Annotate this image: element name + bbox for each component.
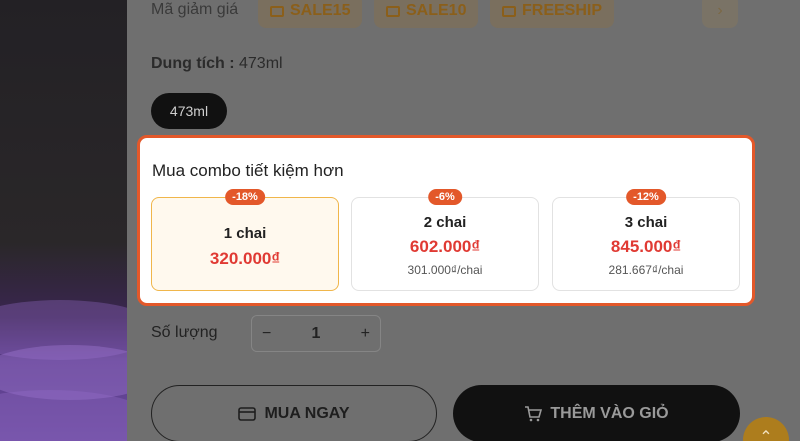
capacity-option-473ml[interactable]: 473ml bbox=[151, 93, 227, 129]
capacity-value: 473ml bbox=[239, 55, 283, 72]
capacity-row: Dung tích : 473ml bbox=[151, 55, 283, 73]
chevron-up-icon: ⌃ bbox=[759, 429, 773, 441]
coupon-freeship[interactable]: FREESHIP bbox=[490, 0, 615, 28]
coupon-sale10[interactable]: SALE10 bbox=[374, 0, 479, 28]
plus-icon[interactable]: + bbox=[361, 325, 370, 343]
combo-qty: 3 chai bbox=[624, 214, 668, 231]
combo-option-2[interactable]: -6% 2 chai 602.000₫ 301.000₫/chai bbox=[351, 189, 539, 291]
combo-selector: Mua combo tiết kiệm hơn -18% 1 chai 320.… bbox=[137, 135, 755, 306]
capacity-label: Dung tích : bbox=[151, 55, 235, 72]
credit-card-icon bbox=[238, 406, 257, 421]
combo-unit-price: 301.000₫/chai bbox=[407, 263, 483, 277]
combo-qty: 1 chai bbox=[223, 225, 267, 242]
quantity-value[interactable]: 1 bbox=[312, 325, 321, 343]
coupon-code: SALE15 bbox=[290, 2, 351, 19]
product-image bbox=[0, 0, 127, 441]
combo-price: 602.000₫ bbox=[409, 237, 481, 256]
combo-option-1[interactable]: -18% 1 chai 320.000₫ bbox=[151, 189, 339, 291]
ticket-icon bbox=[270, 5, 284, 17]
combo-unit-price: 281.667₫/chai bbox=[608, 263, 684, 277]
combo-price: 845.000₫ bbox=[610, 237, 682, 256]
add-to-cart-label: THÊM VÀO GIỎ bbox=[550, 404, 669, 422]
quantity-label: Số lượng bbox=[151, 324, 218, 341]
discount-badge: -18% bbox=[225, 189, 265, 205]
scroll-to-top-button[interactable]: ⌃ bbox=[743, 417, 789, 441]
cart-icon bbox=[525, 405, 543, 421]
coupon-sale15[interactable]: SALE15 bbox=[258, 0, 363, 28]
coupon-next-button[interactable]: › bbox=[702, 0, 738, 28]
minus-icon[interactable]: − bbox=[262, 325, 271, 343]
combo-option-3[interactable]: -12% 3 chai 845.000₫ 281.667₫/chai bbox=[552, 189, 740, 291]
ticket-icon bbox=[502, 5, 516, 17]
coupon-label: Mã giảm giá bbox=[151, 1, 239, 18]
discount-badge: -12% bbox=[626, 189, 666, 205]
combo-qty: 2 chai bbox=[423, 214, 467, 231]
buy-now-button[interactable]: MUA NGAY bbox=[151, 385, 437, 441]
coupon-code: SALE10 bbox=[406, 2, 467, 19]
combo-price: 320.000₫ bbox=[209, 249, 281, 268]
chevron-right-icon: › bbox=[717, 2, 723, 19]
coupon-code: FREESHIP bbox=[522, 2, 603, 19]
combo-title: Mua combo tiết kiệm hơn bbox=[152, 161, 344, 180]
ticket-icon bbox=[386, 5, 400, 17]
add-to-cart-button[interactable]: THÊM VÀO GIỎ bbox=[453, 385, 740, 441]
buy-now-label: MUA NGAY bbox=[264, 404, 350, 422]
quantity-stepper: − 1 + bbox=[251, 315, 381, 352]
discount-badge: -6% bbox=[428, 189, 462, 205]
